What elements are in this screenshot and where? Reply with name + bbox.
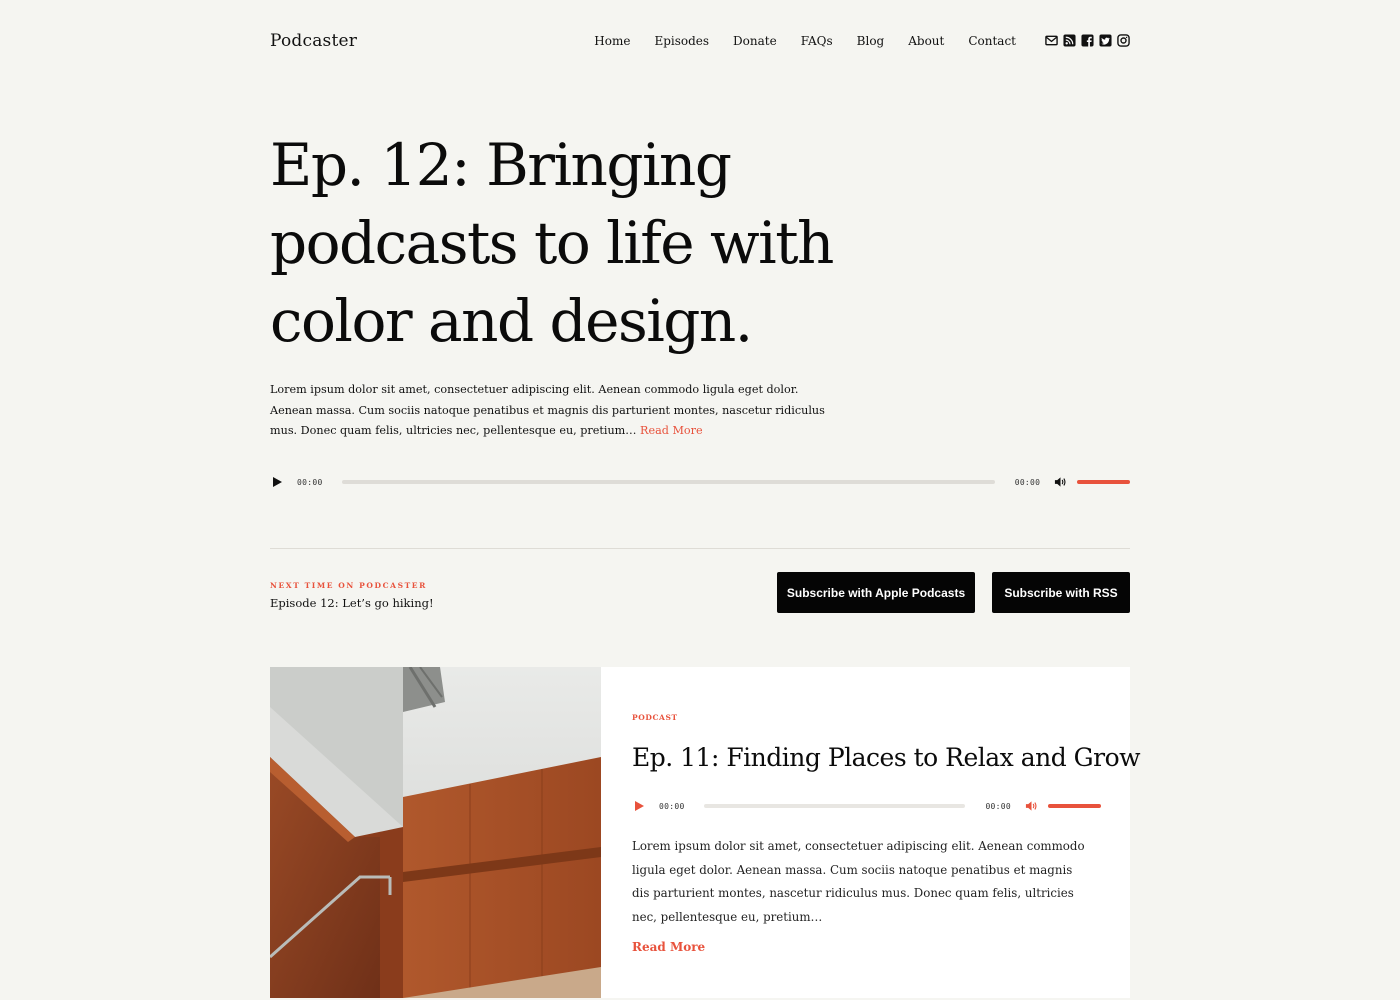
hero-title: Ep. 12: Bringing podcasts to life with c…: [270, 131, 834, 355]
episode-description: Lorem ipsum dolor sit amet, consectetuer…: [632, 839, 1085, 924]
hero-volume-slider[interactable]: [1077, 480, 1130, 484]
nav-item-home[interactable]: Home: [594, 34, 630, 48]
episode-title[interactable]: Ep. 11: Finding Places to Relax and Grow: [632, 743, 1141, 772]
social-links: [1045, 34, 1130, 47]
hero-description-text: Lorem ipsum dolor sit amet, consectetuer…: [270, 383, 825, 437]
facebook-icon[interactable]: [1081, 34, 1094, 47]
subscribe-apple-button[interactable]: Subscribe with Apple Podcasts: [777, 572, 975, 613]
hero-current-time: 00:00: [297, 477, 323, 487]
episode-card: PODCAST Ep. 11: Finding Places to Relax …: [270, 667, 1141, 998]
page-container: Podcaster Home Episodes Donate FAQs Blog…: [270, 0, 1141, 1000]
nav-item-contact[interactable]: Contact: [968, 34, 1016, 48]
instagram-icon[interactable]: [1117, 34, 1130, 47]
volume-icon[interactable]: [1025, 800, 1039, 812]
hero-progress-track[interactable]: [341, 480, 995, 484]
twitter-icon[interactable]: [1099, 34, 1112, 47]
episode-card-body: PODCAST Ep. 11: Finding Places to Relax …: [632, 667, 1141, 998]
mail-icon[interactable]: [1045, 34, 1058, 47]
next-episode-title: Episode 12: Let’s go hiking!: [270, 596, 434, 610]
episode-category[interactable]: PODCAST: [632, 713, 678, 722]
volume-icon[interactable]: [1054, 476, 1068, 488]
episode-image[interactable]: [270, 667, 601, 998]
nav-item-blog[interactable]: Blog: [857, 34, 885, 48]
nav-item-about[interactable]: About: [908, 34, 944, 48]
hero-description: Lorem ipsum dolor sit amet, consectetuer…: [270, 380, 830, 442]
play-icon[interactable]: [273, 477, 282, 487]
play-icon[interactable]: [635, 801, 644, 811]
episode-current-time: 00:00: [659, 801, 685, 811]
episode-progress-track[interactable]: [703, 804, 966, 808]
section-divider: [270, 548, 1130, 549]
next-episode-label: NEXT TIME ON PODCASTER: [270, 581, 427, 590]
nav-item-episodes[interactable]: Episodes: [654, 34, 709, 48]
nav-item-faqs[interactable]: FAQs: [801, 34, 833, 48]
episode-volume-slider[interactable]: [1048, 804, 1101, 808]
main-nav: Home Episodes Donate FAQs Blog About Con…: [594, 34, 1016, 48]
episode-audio-player: 00:00 00:00: [635, 798, 1101, 814]
hero-duration: 00:00: [1014, 477, 1041, 487]
hero-audio-player: 00:00 00:00: [273, 474, 1130, 490]
nav-item-donate[interactable]: Donate: [733, 34, 777, 48]
rss-icon[interactable]: [1063, 34, 1076, 47]
episode-duration: 00:00: [985, 801, 1012, 811]
episode-read-more-link[interactable]: Read More: [632, 940, 705, 954]
site-logo[interactable]: Podcaster: [270, 31, 357, 51]
subscribe-rss-button[interactable]: Subscribe with RSS: [992, 572, 1130, 613]
hero-read-more-link[interactable]: Read More: [640, 424, 703, 437]
